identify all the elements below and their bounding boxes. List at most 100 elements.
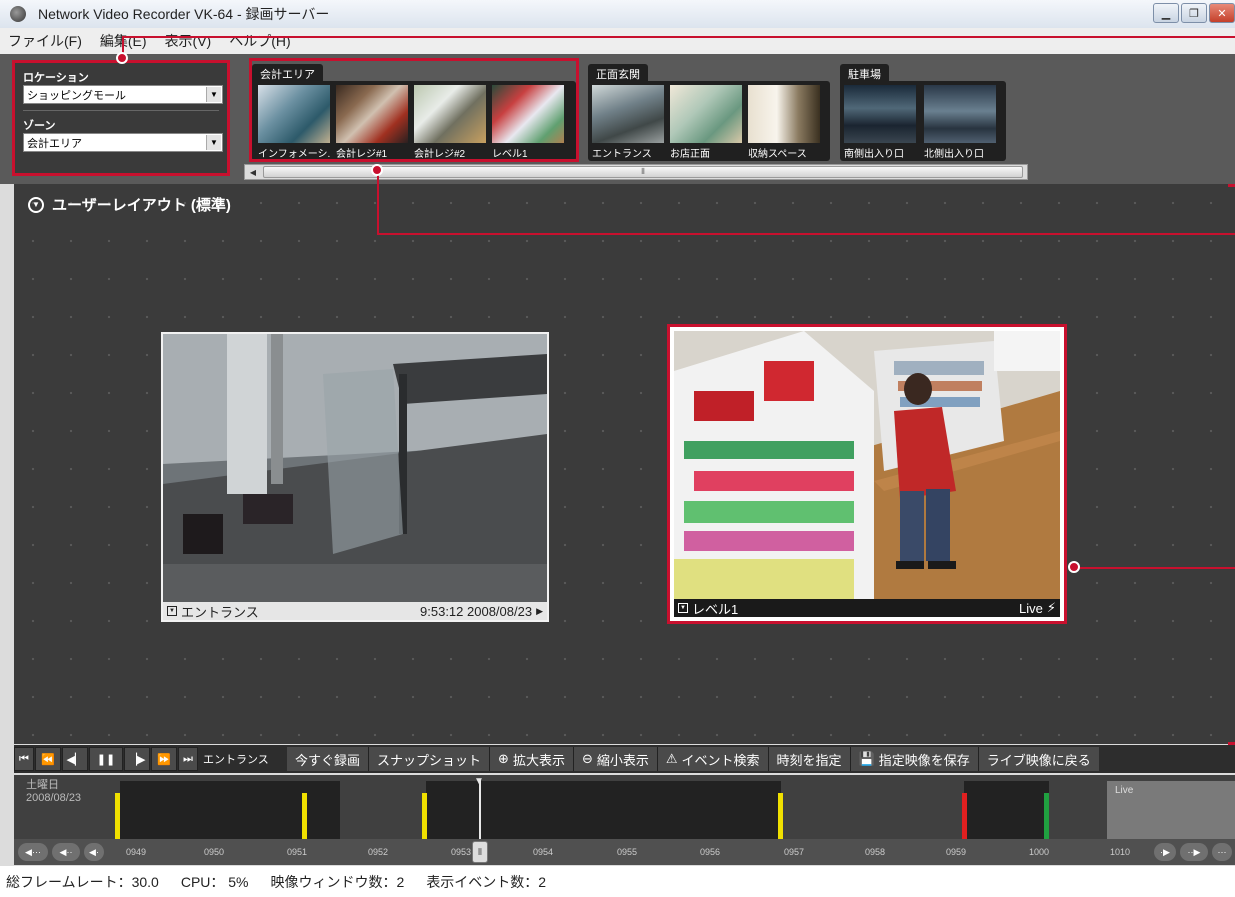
step-forward-small-icon[interactable]: ·▶ [1154, 843, 1176, 861]
callout-line [1076, 567, 1235, 569]
zone-thumbnails-checkout: インフォメーシ... 会計レジ#1 会計レジ#2 レベル1 [252, 81, 576, 161]
ok-marker[interactable] [1044, 793, 1049, 839]
event-marker[interactable] [302, 793, 307, 839]
camera-label: 南側出入り口 [844, 149, 904, 160]
playhead[interactable] [479, 779, 481, 843]
zoom-out-button[interactable]: ⊖ 縮小表示 [573, 747, 658, 771]
camera-name: エントランス [181, 604, 259, 620]
camera-thumbnail[interactable]: お店正面 [670, 85, 742, 161]
jump-forward-icon[interactable]: ··▶ [1180, 843, 1208, 861]
current-camera-label: エントランス [203, 754, 269, 766]
chevron-down-icon[interactable]: ▼ [678, 603, 688, 613]
location-zone-panel: ロケーション ショッピングモール ▼ ゾーン 会計エリア ▼ [12, 60, 230, 176]
set-time-button[interactable]: 時刻を指定 [768, 747, 851, 771]
timeline-segment[interactable] [964, 781, 1049, 839]
menu-help[interactable]: ヘルプ(H) [229, 31, 290, 51]
save-icon: 💾 [858, 751, 875, 766]
jump-forward-far-icon[interactable]: ··· [1212, 843, 1232, 861]
timeline[interactable]: 土曜日 2008/08/23 Live ▼ ◀··· ◀·· ◀· 0949 0… [14, 775, 1235, 865]
menu-view[interactable]: 表示(V) [165, 31, 212, 51]
location-select[interactable]: ショッピングモール ▼ [23, 85, 223, 104]
jump-back-icon[interactable]: ◀·· [52, 843, 80, 861]
zone-group-parking: 駐車場 南側出入り口 北側出入り口 [840, 64, 1006, 164]
tick-label: 1010 [1110, 847, 1131, 857]
event-marker[interactable] [422, 793, 427, 839]
camera-preview [924, 85, 996, 143]
step-forward-icon[interactable]: ▕▶ [124, 747, 150, 771]
jump-back-far-icon[interactable]: ◀··· [18, 843, 48, 861]
skip-end-icon[interactable]: ⏭ [178, 747, 198, 771]
chevron-down-icon[interactable]: ▼ [167, 606, 177, 616]
live-label: Live [1115, 785, 1134, 796]
camera-thumbnail[interactable]: レベル1 [492, 85, 564, 161]
thumbnail-scrollbar[interactable]: ◀ ⦀ [244, 164, 1028, 180]
status-bar: 総フレームレート：30.0 CPU： 5% 映像ウィンドウ数：2 表示イベント数… [0, 866, 1235, 897]
event-marker[interactable] [778, 793, 783, 839]
chevron-down-icon[interactable]: ▼ [206, 87, 221, 102]
step-back-small-icon[interactable]: ◀· [84, 843, 104, 861]
scroll-left-icon[interactable]: ◀ [245, 165, 261, 179]
playback-toolbar: ⏮ ⏪ ◀▏ ❚❚ ▕▶ ⏩ ⏭ エントランス 今すぐ録画 スナップショット ⊕… [14, 745, 1235, 773]
skip-start-icon[interactable]: ⏮ [14, 747, 34, 771]
tick-label: 0950 [204, 847, 225, 857]
camera-window-level1[interactable]: ▼ レベル1 Live ⚡ [667, 324, 1067, 624]
camera-thumbnail[interactable]: 北側出入り口 [924, 85, 996, 161]
step-back-icon[interactable]: ◀▏ [62, 747, 88, 771]
save-video-button[interactable]: 💾 指定映像を保存 [850, 747, 979, 771]
record-now-button[interactable]: 今すぐ録画 [287, 747, 370, 771]
camera-thumbnail[interactable]: エントランス [592, 85, 664, 161]
layout-title-text: ユーザーレイアウト (標準) [52, 197, 231, 214]
minimize-icon[interactable]: ▁ [1153, 3, 1179, 23]
zoom-out-icon: ⊖ [581, 751, 593, 766]
zone-label: ゾーン [23, 120, 56, 132]
zone-tab-entrance[interactable]: 正面玄関 [588, 64, 648, 82]
event-search-button[interactable]: ⚠ イベント検索 [657, 747, 769, 771]
close-icon[interactable]: ✕ [1209, 3, 1235, 23]
status-cpu: CPU： 5% [180, 873, 249, 890]
play-icon[interactable]: ▶ [536, 606, 543, 617]
timeline-live-region[interactable]: Live [1107, 781, 1235, 839]
camera-thumbnail[interactable]: 南側出入り口 [844, 85, 916, 161]
camera-name: レベル1 [692, 601, 739, 617]
tick-label: 1000 [1029, 847, 1050, 857]
tick-label: 0958 [865, 847, 886, 857]
zoom-in-button[interactable]: ⊕ 拡大表示 [490, 747, 574, 771]
zone-thumbnails-entrance: エントランス お店正面 収納スペース [588, 81, 830, 161]
save-video-label: 指定映像を保存 [878, 752, 970, 768]
camera-thumbnail[interactable]: 収納スペース [748, 85, 820, 161]
back-to-live-button[interactable]: ライブ映像に戻る [978, 747, 1099, 771]
callout-dot [116, 52, 128, 64]
camera-label: 北側出入り口 [924, 149, 984, 160]
event-marker[interactable] [115, 793, 120, 839]
tick-label: 0959 [946, 847, 967, 857]
callout-line [122, 36, 1235, 38]
zone-tab-checkout[interactable]: 会計エリア [252, 64, 323, 82]
zone-select[interactable]: 会計エリア ▼ [23, 133, 223, 152]
camera-window-entrance[interactable]: ▼ エントランス 9:53:12 2008/08/23 ▶ [161, 332, 549, 622]
rewind-icon[interactable]: ⏪ [35, 747, 61, 771]
tick-label: 0949 [126, 847, 147, 857]
menu-file[interactable]: ファイル(F) [8, 31, 82, 51]
snapshot-button[interactable]: スナップショット [369, 747, 491, 771]
status-video-windows: 映像ウィンドウ数：2 [270, 873, 405, 890]
camera-label: お店正面 [670, 149, 710, 160]
layout-title[interactable]: ▼ ユーザーレイアウト (標準) [28, 194, 231, 215]
playhead-handle[interactable]: ⦀ [472, 841, 488, 863]
title-bar: Network Video Recorder VK-64 - 録画サーバー ▁ … [0, 0, 1235, 28]
chevron-down-icon[interactable]: ▼ [28, 196, 44, 213]
chevron-down-icon[interactable]: ▼ [206, 135, 221, 150]
zone-tab-parking[interactable]: 駐車場 [840, 64, 889, 82]
zone-value: 会計エリア [27, 137, 82, 150]
alarm-marker[interactable] [962, 793, 967, 839]
timeline-segment[interactable] [120, 781, 340, 839]
restore-icon[interactable]: ❐ [1181, 3, 1207, 23]
camera-thumbnail[interactable]: インフォメーシ... [258, 85, 330, 161]
zone-group-entrance: 正面玄関 エントランス お店正面 収納スペース [588, 64, 830, 164]
camera-thumbnail[interactable]: 会計レジ#2 [414, 85, 486, 161]
live-status: Live [1019, 600, 1043, 616]
pause-icon[interactable]: ❚❚ [89, 747, 123, 771]
camera-thumbnail[interactable]: 会計レジ#1 [336, 85, 408, 161]
camera-label: 収納スペース [748, 149, 807, 160]
playhead-top-icon[interactable]: ▼ [474, 776, 484, 787]
fast-forward-icon[interactable]: ⏩ [151, 747, 177, 771]
